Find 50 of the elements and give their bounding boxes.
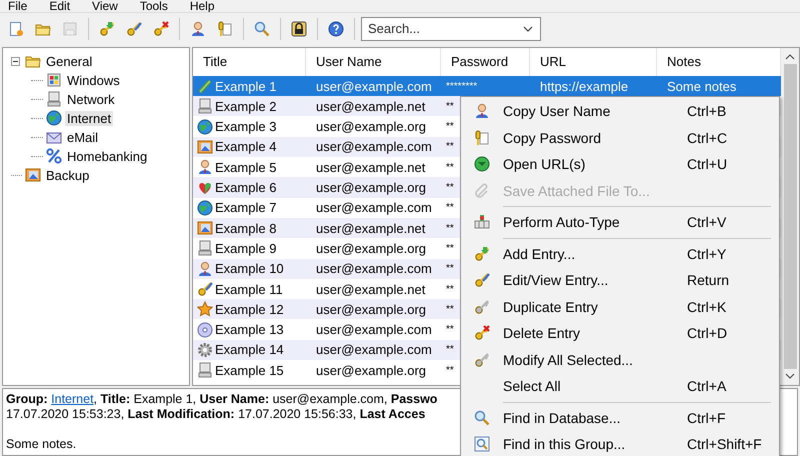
- table-cell-text: user@example.net: [315, 98, 426, 114]
- table-cell-text: user@example.org: [315, 119, 428, 134]
- table-cell: **: [446, 344, 454, 356]
- table-cell-text: user@example.com: [315, 139, 433, 154]
- table-cell: https://example: [540, 78, 628, 94]
- table-cell: Example 14: [215, 342, 284, 358]
- table-cell: **: [446, 242, 454, 254]
- table-cell: **: [446, 284, 454, 294]
- table-cell: Example 5: [215, 160, 276, 175]
- table-cell: Example 3: [215, 119, 276, 134]
- table-cell: **: [446, 121, 454, 132]
- table-cell: Example 1: [215, 78, 276, 94]
- table-cell-text: user@example.com: [315, 322, 433, 338]
- table-cell: **: [446, 162, 454, 173]
- table-cell-text: user@example.com: [315, 200, 433, 216]
- table-cell: **: [446, 100, 454, 112]
- table-cell: Example 13: [215, 322, 284, 338]
- table-cell: Example 10: [215, 261, 284, 276]
- table-cell: **: [446, 263, 454, 274]
- table-cell-text: user@example.com: [315, 78, 433, 94]
- table-cell: **: [446, 182, 454, 194]
- table-cell: **: [446, 141, 454, 152]
- table-cell-text: user@example.com: [315, 261, 433, 276]
- table-cell: **: [446, 364, 454, 376]
- table-cell: Example 4: [215, 139, 276, 154]
- table-cell-text: user@example.net: [315, 282, 426, 296]
- table-cell-text: user@example.com: [315, 342, 433, 358]
- table-cell: Example 9: [215, 240, 276, 256]
- table-cell: Example 7: [215, 200, 276, 216]
- table-cell: Example 2: [215, 98, 276, 114]
- table-cell-text: user@example.net: [315, 160, 426, 175]
- table-cell-text: user@example.org: [315, 180, 428, 196]
- notes-text: Some notes.: [6, 437, 76, 452]
- table-cell: **: [446, 222, 454, 234]
- table-cell: Example 15: [215, 362, 284, 378]
- table-cell-text: user@example.org: [315, 362, 428, 378]
- table-cell-text: user@example.org: [315, 302, 428, 317]
- details-text: 17.07.2020 15:53:23, Last Modification: 17.07.2020 15:56:33, Last Acces: [6, 407, 426, 422]
- table-cell-text: user@example.org: [315, 240, 428, 256]
- table-cell: Example 12: [215, 302, 284, 317]
- table-cell: **: [446, 304, 454, 315]
- table-cell: Example 11: [215, 282, 283, 296]
- table-cell: **: [446, 202, 454, 214]
- table-cell: **: [446, 324, 454, 336]
- table-cell: ********: [446, 80, 478, 92]
- table-cell: Example 8: [215, 220, 276, 236]
- table-cell-text: user@example.net: [315, 220, 426, 236]
- table-cell: Some notes: [667, 78, 736, 94]
- table-cell: Example 6: [215, 180, 276, 196]
- details-text: Group: Internet, Title: Example 1, User Name: user@example.com, Passwo: [6, 392, 438, 407]
